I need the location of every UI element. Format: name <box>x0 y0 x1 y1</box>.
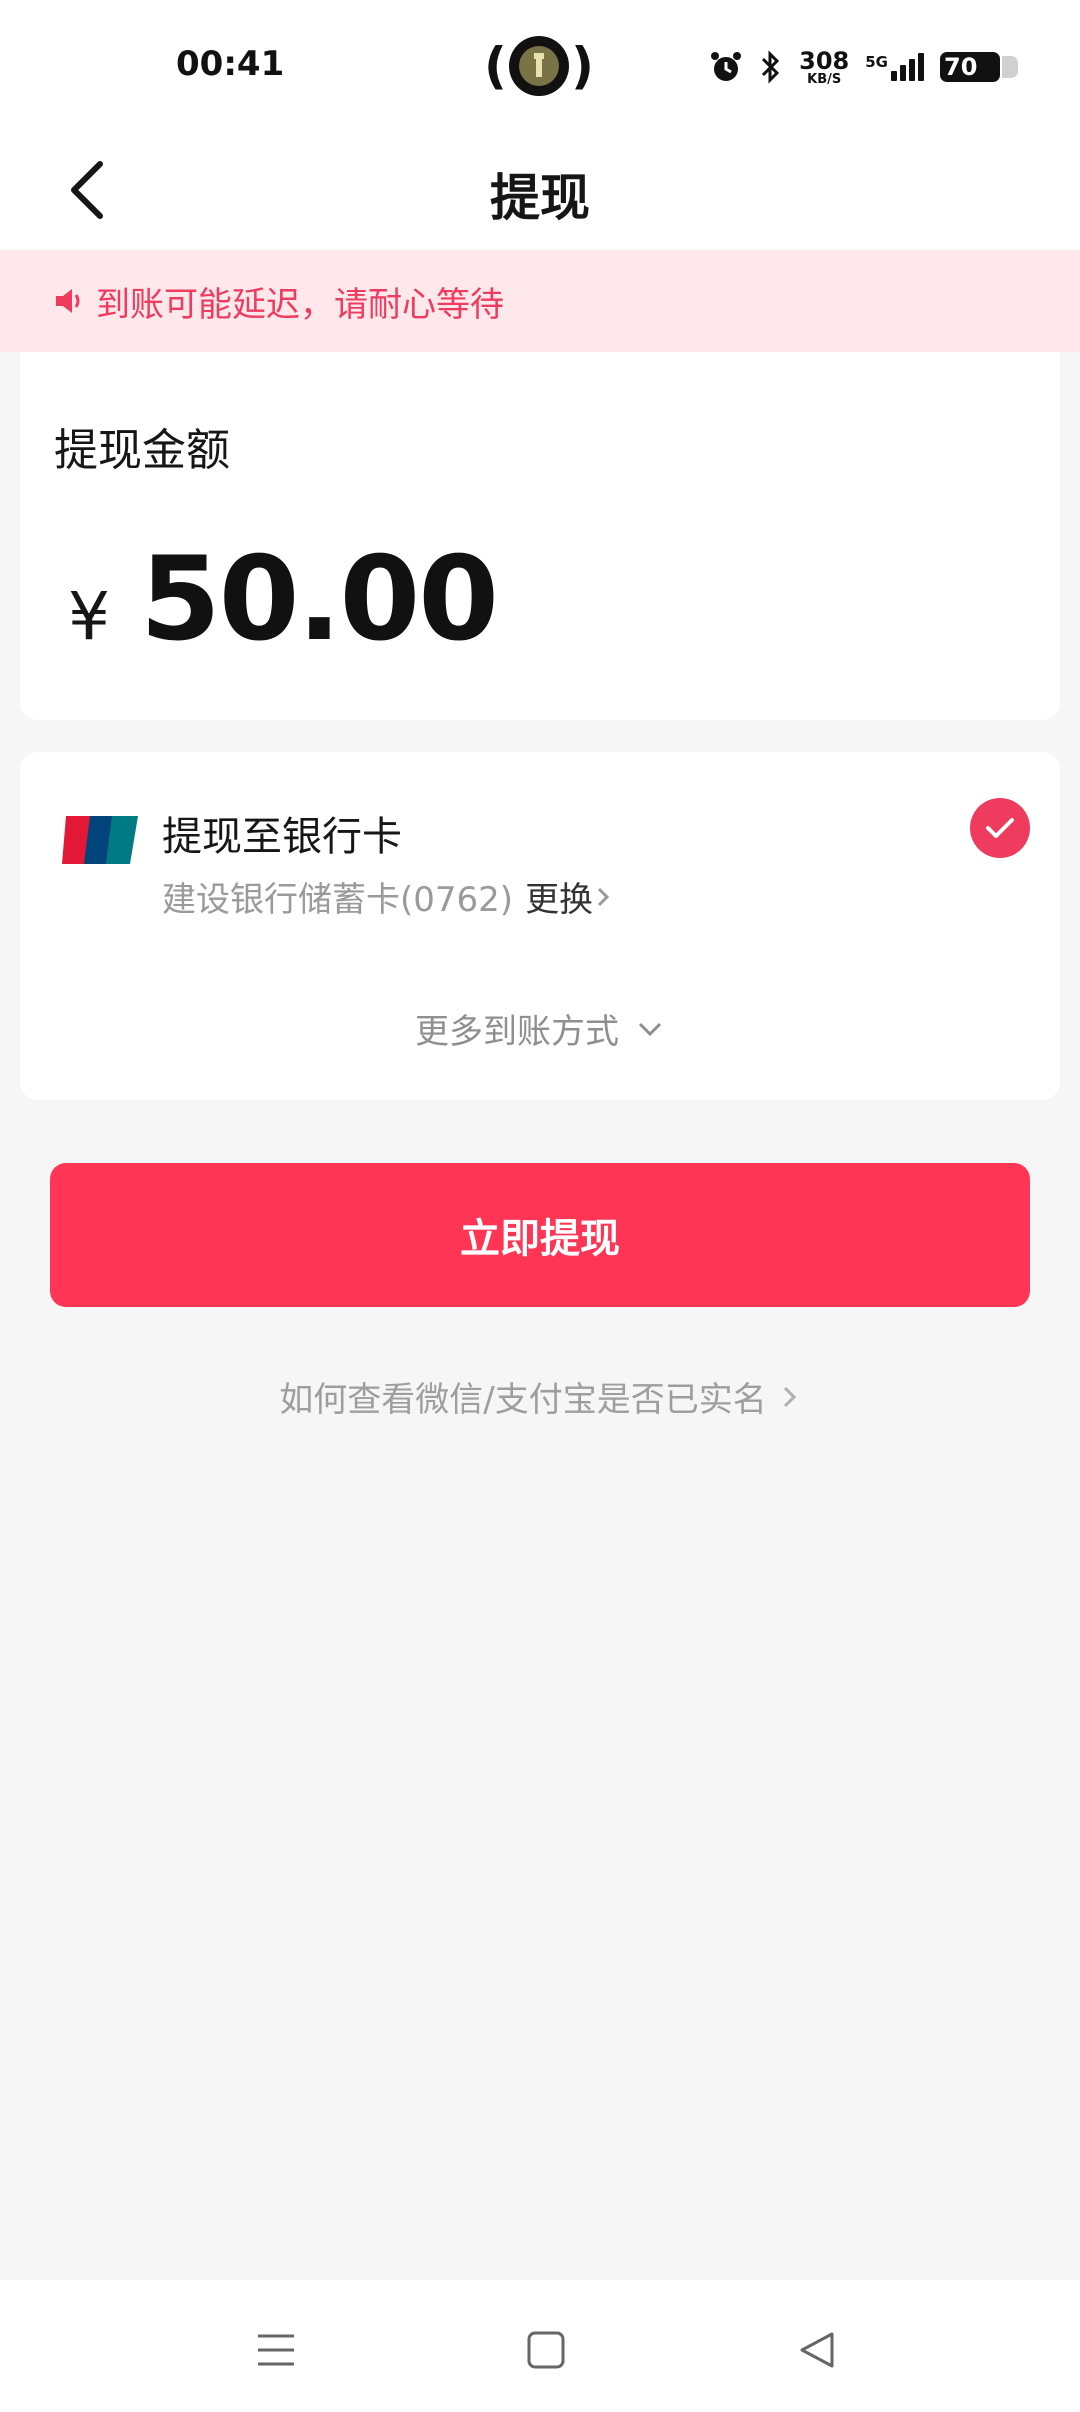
amount-label: 提现金额 <box>54 425 230 476</box>
menu-button[interactable] <box>246 2320 306 2380</box>
amount-card: 提现金额 ¥ 50.00 <box>20 352 1060 720</box>
status-bar: 00:41 ( ) 308 KB/S 5G 70 <box>0 0 1080 130</box>
bank-card-name: 建设银行储蓄卡(0762) <box>162 880 514 920</box>
notice-text: 到账可能延迟，请耐心等待 <box>96 284 504 325</box>
flashlight-indicator: ( ) <box>484 34 594 98</box>
unionpay-logo <box>60 812 140 868</box>
amount-value: 50.00 <box>140 532 499 667</box>
amount-display: ¥ 50.00 <box>68 532 499 667</box>
status-time: 00:41 <box>176 44 285 84</box>
flashlight-icon <box>509 36 569 96</box>
notice-banner: 到账可能延迟，请耐心等待 <box>0 250 1080 352</box>
withdraw-now-button[interactable]: 立即提现 <box>50 1163 1030 1307</box>
more-methods-toggle[interactable]: 更多到账方式 <box>20 1004 1060 1053</box>
home-icon <box>527 2331 565 2369</box>
chevron-right-icon <box>598 887 610 906</box>
alarm-icon <box>711 52 742 81</box>
chevron-right-icon <box>783 1386 796 1407</box>
triangle-back-icon <box>800 2332 834 2368</box>
menu-icon <box>258 2334 294 2366</box>
signal-icon: 5G <box>865 53 924 81</box>
back-nav-button[interactable] <box>786 2320 846 2380</box>
bank-card-row: 建设银行储蓄卡(0762) 更换 <box>162 872 615 921</box>
bluetooth-icon <box>762 50 780 84</box>
home-button[interactable] <box>516 2320 576 2380</box>
realname-help-link[interactable]: 如何查看微信/支付宝是否已实名 <box>0 1372 1080 1421</box>
paren-right-icon: ) <box>571 37 594 95</box>
battery-icon: 70 <box>940 52 1018 82</box>
speaker-icon <box>56 289 80 313</box>
change-card-link[interactable]: 更换 <box>525 872 615 921</box>
system-nav-bar <box>0 2280 1080 2412</box>
chevron-down-icon <box>638 1022 662 1036</box>
network-speed: 308 KB/S <box>799 46 850 87</box>
paren-left-icon: ( <box>484 37 507 95</box>
withdraw-method-card: 提现至银行卡 建设银行储蓄卡(0762) 更换 更多到账方式 <box>20 752 1060 1100</box>
selected-check-icon[interactable] <box>970 798 1030 858</box>
page-title: 提现 <box>490 169 590 227</box>
currency-symbol: ¥ <box>68 578 110 655</box>
status-icons: 308 KB/S 5G 70 <box>709 42 1018 92</box>
method-title: 提现至银行卡 <box>162 814 402 860</box>
nav-bar: 提现 <box>0 130 1080 250</box>
